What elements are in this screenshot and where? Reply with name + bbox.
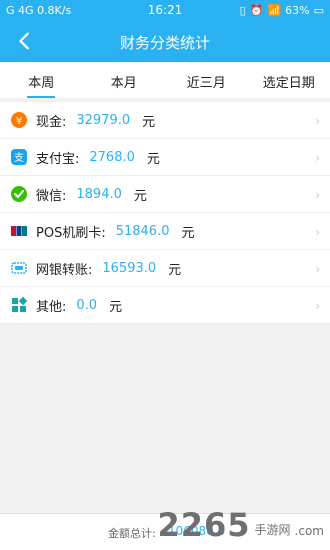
chevron-right-icon: › xyxy=(315,225,320,239)
app-bar: 财务分类统计 xyxy=(0,22,330,62)
status-right: ▯ ⏰ 📶 63% ▭ xyxy=(240,4,324,17)
total-footer: 金额总计: 106080.0 2265 手游网 .com xyxy=(0,506,330,550)
tab-this-month[interactable]: 本月 xyxy=(83,62,166,98)
category-row-other[interactable]: 其他: 0.0 元 › xyxy=(0,287,330,324)
category-row-cash[interactable]: ¥ 现金: 32979.0 元 › xyxy=(0,102,330,139)
tab-this-week[interactable]: 本周 xyxy=(0,62,83,98)
chevron-right-icon: › xyxy=(315,299,320,313)
category-label: 网银转账: xyxy=(36,262,93,278)
tab-last-three-months[interactable]: 近三月 xyxy=(165,62,248,98)
chevron-right-icon: › xyxy=(315,188,320,202)
unionpay-icon xyxy=(10,222,28,240)
status-bar: G 4G 0.8K/s 16:21 ▯ ⏰ 📶 63% ▭ xyxy=(0,0,330,22)
online-bank-icon xyxy=(10,259,28,277)
currency-unit: 元 xyxy=(133,188,147,204)
category-amount: 32979.0 xyxy=(76,112,131,128)
category-label: 支付宝: xyxy=(36,151,80,167)
category-label: POS机刷卡: xyxy=(36,225,106,241)
category-row-online-transfer[interactable]: 网银转账: 16593.0 元 › xyxy=(0,250,330,287)
wifi-icon: 📶 xyxy=(267,4,282,17)
battery-label: 63% xyxy=(285,4,310,17)
category-amount: 1894.0 xyxy=(76,186,122,202)
category-row-alipay[interactable]: 支 支付宝: 2768.0 元 › xyxy=(0,139,330,176)
watermark: 2265 手游网 .com xyxy=(157,506,324,544)
svg-text:支: 支 xyxy=(14,152,24,164)
category-row-pos[interactable]: POS机刷卡: 51846.0 元 › xyxy=(0,213,330,250)
category-row-wechat[interactable]: 微信: 1894.0 元 › xyxy=(0,176,330,213)
category-amount: 51846.0 xyxy=(115,223,170,239)
total-label: 金额总计: xyxy=(108,527,156,540)
category-list: ¥ 现金: 32979.0 元 › 支 支付宝: 2768.0 元 › 微信: … xyxy=(0,102,330,324)
currency-unit: 元 xyxy=(181,225,195,241)
currency-unit: 元 xyxy=(146,151,160,167)
vibrate-icon: ▯ xyxy=(239,4,246,17)
category-amount: 0.0 xyxy=(76,297,98,313)
tab-selected-date[interactable]: 选定日期 xyxy=(248,62,330,98)
watermark-domain: .com xyxy=(294,524,324,538)
period-tabs: 本周 本月 近三月 选定日期 xyxy=(0,62,330,98)
grid-icon xyxy=(10,296,28,314)
currency-unit: 元 xyxy=(168,262,182,278)
category-label: 其他: xyxy=(36,299,67,315)
currency-unit: 元 xyxy=(142,114,156,130)
cash-icon: ¥ xyxy=(10,111,28,129)
chevron-right-icon: › xyxy=(315,151,320,165)
wechat-icon xyxy=(10,185,28,203)
currency-unit: 元 xyxy=(109,299,123,315)
category-label: 现金: xyxy=(36,114,67,130)
watermark-small: 手游网 xyxy=(254,523,291,537)
watermark-big: 2265 xyxy=(157,506,251,544)
svg-text:¥: ¥ xyxy=(16,116,22,127)
chevron-right-icon: › xyxy=(315,262,320,276)
battery-icon: ▭ xyxy=(313,4,324,17)
category-label: 微信: xyxy=(36,188,67,204)
category-amount: 2768.0 xyxy=(89,149,135,165)
page-title: 财务分类统计 xyxy=(119,34,210,52)
chevron-right-icon: › xyxy=(315,114,320,128)
alipay-icon: 支 xyxy=(10,148,28,166)
category-amount: 16593.0 xyxy=(102,260,157,276)
alarm-icon: ⏰ xyxy=(249,4,264,17)
